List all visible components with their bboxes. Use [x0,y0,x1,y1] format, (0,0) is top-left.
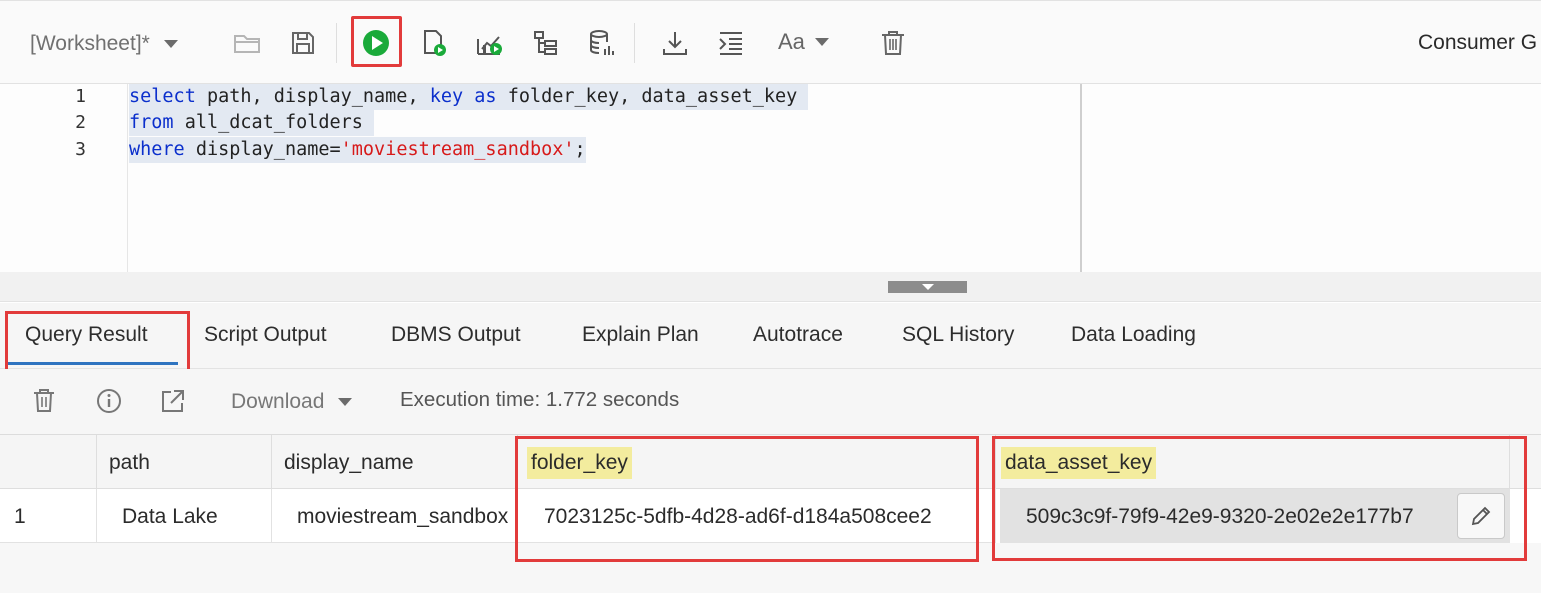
row-number-header [0,435,97,489]
open-external-icon[interactable] [159,387,187,415]
results-grid: path display_name folder_key data_asset_… [0,435,1541,593]
run-script-icon[interactable] [418,27,450,59]
font-icon: Aa [778,29,805,54]
tab-data-loading[interactable]: Data Loading [1071,323,1196,347]
editor-divider[interactable] [1080,84,1082,272]
worksheet-selector[interactable]: [Worksheet]* [30,31,178,57]
table-cell-display-name[interactable]: moviestream_sandbox [272,489,518,543]
tab-sql-history[interactable]: SQL History [902,323,1014,347]
format-icon[interactable] [715,27,747,59]
execution-time: Execution time: 1.772 seconds [400,388,680,411]
trash-icon[interactable] [30,387,58,415]
column-header-path[interactable]: path [97,435,272,489]
tab-highlight [5,311,190,376]
code-line[interactable]: select path, display_name, key as folder… [129,84,809,110]
download-menu[interactable]: Download [231,390,353,414]
line-number-gutter: 1 2 3 [0,84,128,272]
save-icon[interactable] [287,27,319,59]
code-line[interactable]: where display_name='moviestream_sandbox'… [129,137,586,163]
trash-icon[interactable] [877,27,909,59]
splitter-handle[interactable] [888,281,967,293]
database-icon[interactable] [586,27,618,59]
column-header-display-name[interactable]: display_name [272,435,518,489]
download-label: Download [231,390,325,413]
tab-dbms-output[interactable]: DBMS Output [391,323,521,347]
row-number-cell[interactable]: 1 [0,489,97,543]
folder-icon[interactable] [231,27,263,59]
code-line[interactable]: from all_dcat_folders [129,110,375,136]
download-icon[interactable] [659,27,691,59]
table-cell-path[interactable]: Data Lake [97,489,272,543]
output-tabs: Query Result Script Output DBMS Output E… [0,303,1541,376]
font-size-selector[interactable]: Aa [778,29,829,55]
results-toolbar: Download Execution time: 1.772 seconds [0,369,1541,435]
sql-editor[interactable]: 1 2 3 select path, display_name, key as … [0,84,1541,272]
line-number: 2 [75,112,86,133]
worksheet-label: [Worksheet]* [30,32,150,55]
worksheet-toolbar: [Worksheet]* Aa Consumer G [0,0,1541,84]
chevron-down-icon [163,40,178,48]
tab-autotrace[interactable]: Autotrace [753,323,843,347]
line-number: 3 [75,139,86,160]
autotrace-icon[interactable] [530,27,562,59]
explain-plan-icon[interactable] [474,27,506,59]
line-number: 1 [75,86,86,107]
data-asset-key-highlight [992,436,1527,561]
tab-explain-plan[interactable]: Explain Plan [582,323,699,347]
connection-label[interactable]: Consumer G [1418,31,1541,55]
run-button-highlight [351,16,402,67]
chevron-down-icon [338,398,353,406]
folder-key-highlight [515,436,979,562]
pane-splitter [0,272,1541,302]
info-icon[interactable] [95,387,123,415]
tab-script-output[interactable]: Script Output [204,323,327,347]
chevron-down-icon [814,38,829,46]
